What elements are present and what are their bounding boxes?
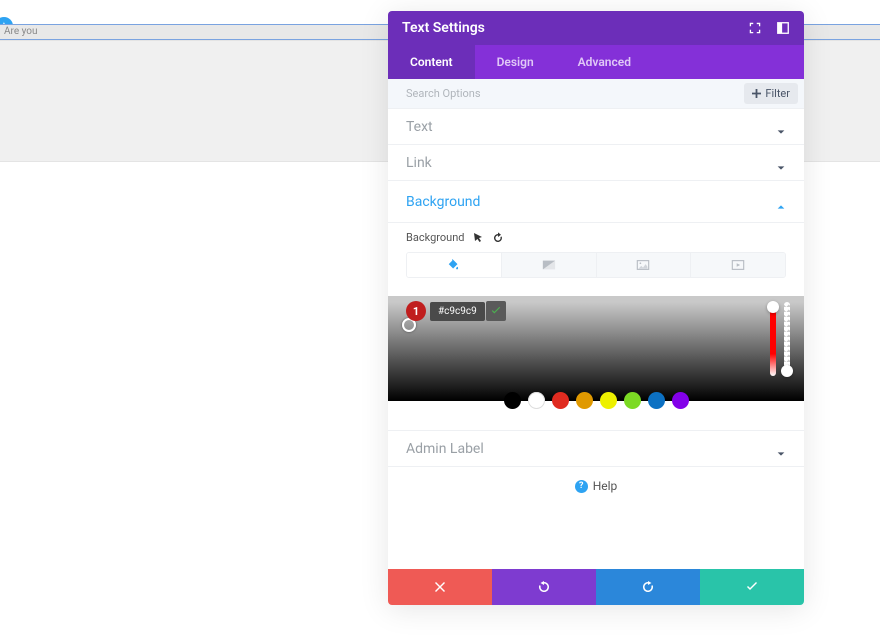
- redo-icon: [641, 580, 655, 594]
- step-badge: 1: [406, 301, 426, 321]
- cancel-button[interactable]: [388, 569, 492, 605]
- video-icon: [731, 258, 745, 272]
- modal-titlebar[interactable]: Text Settings: [388, 11, 804, 45]
- section-gap: [388, 409, 804, 431]
- modal-title: Text Settings: [402, 20, 485, 36]
- search-row: Search Options Filter: [388, 79, 804, 109]
- swatch-black[interactable]: [504, 392, 521, 409]
- check-icon: [745, 580, 759, 594]
- expand-icon[interactable]: [748, 21, 762, 35]
- plus-icon: [752, 89, 761, 98]
- swatch-red[interactable]: [552, 392, 569, 409]
- chevron-down-icon: [776, 444, 786, 454]
- help-icon: ?: [575, 480, 588, 493]
- section-admin-label[interactable]: Admin Label: [388, 431, 804, 467]
- alpha-slider[interactable]: [784, 302, 790, 376]
- close-icon: [433, 580, 447, 594]
- section-text-label: Text: [406, 119, 433, 135]
- section-background[interactable]: Background: [388, 181, 804, 223]
- modal-title-actions: [748, 21, 790, 35]
- swatch-blue[interactable]: [648, 392, 665, 409]
- background-label-row: Background: [406, 231, 786, 244]
- section-link-label: Link: [406, 155, 432, 171]
- snap-icon[interactable]: [776, 21, 790, 35]
- section-admin-label-label: Admin Label: [406, 441, 484, 457]
- chevron-down-icon: [776, 158, 786, 168]
- color-swatches: [406, 392, 786, 409]
- paint-bucket-icon: [447, 258, 461, 272]
- tab-advanced[interactable]: Advanced: [556, 45, 653, 79]
- check-icon: [491, 306, 501, 316]
- reset-icon[interactable]: [492, 232, 504, 244]
- filter-label: Filter: [765, 87, 790, 100]
- hue-handle[interactable]: [767, 301, 779, 313]
- cursor-icon[interactable]: [472, 232, 484, 244]
- hex-input[interactable]: #c9c9c9: [430, 302, 485, 321]
- undo-button[interactable]: [492, 569, 596, 605]
- bg-tab-image[interactable]: [596, 253, 691, 277]
- bg-tab-color[interactable]: [407, 253, 501, 277]
- help-label: Help: [593, 479, 618, 493]
- swatch-green[interactable]: [624, 392, 641, 409]
- tab-content[interactable]: Content: [388, 45, 475, 79]
- color-picker: 1 #c9c9c9: [388, 296, 804, 401]
- filter-button[interactable]: Filter: [744, 83, 798, 104]
- section-text[interactable]: Text: [388, 109, 804, 145]
- background-body: Background 1 #c9c: [388, 223, 804, 409]
- confirm-color-button[interactable]: [486, 301, 506, 321]
- chevron-up-icon: [776, 197, 786, 207]
- chevron-down-icon: [776, 122, 786, 132]
- modal-tabs: Content Design Advanced: [388, 45, 804, 79]
- help-row[interactable]: ? Help: [388, 467, 804, 505]
- redo-button[interactable]: [596, 569, 700, 605]
- page-placeholder-text: Are you: [4, 26, 37, 37]
- section-background-label: Background: [406, 194, 480, 210]
- search-input[interactable]: Search Options: [406, 87, 481, 100]
- undo-icon: [537, 580, 551, 594]
- image-icon: [636, 258, 650, 272]
- section-link[interactable]: Link: [388, 145, 804, 181]
- modal-footer: [388, 569, 804, 605]
- background-type-tabs: [406, 252, 786, 278]
- save-button[interactable]: [700, 569, 804, 605]
- swatch-yellow[interactable]: [600, 392, 617, 409]
- background-field-label: Background: [406, 231, 464, 244]
- bg-tab-video[interactable]: [690, 253, 785, 277]
- swatch-purple[interactable]: [672, 392, 689, 409]
- gradient-icon: [542, 258, 556, 272]
- hue-slider[interactable]: [770, 302, 776, 376]
- swatch-orange[interactable]: [576, 392, 593, 409]
- text-settings-modal: Text Settings Content Design Advanced Se…: [388, 11, 804, 605]
- bg-tab-gradient[interactable]: [501, 253, 596, 277]
- tab-design[interactable]: Design: [475, 45, 556, 79]
- swatch-white[interactable]: [528, 392, 545, 409]
- color-hex-tooltip: 1 #c9c9c9: [406, 301, 506, 321]
- alpha-handle[interactable]: [781, 365, 793, 377]
